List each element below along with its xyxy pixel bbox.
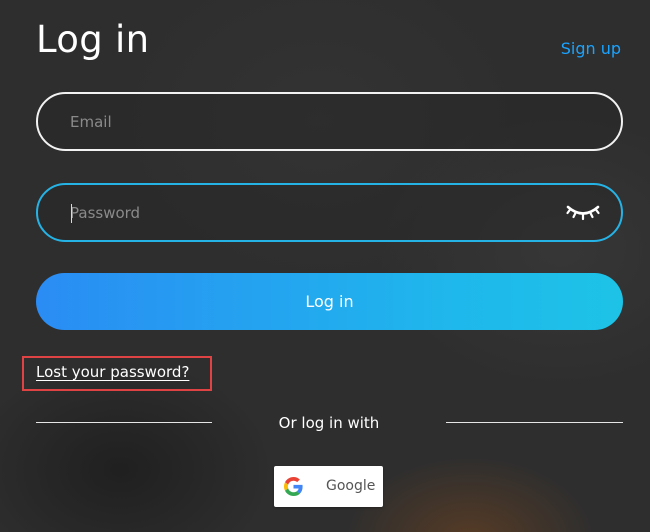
social-login-caption: Or log in with	[278, 414, 380, 432]
divider-right	[446, 422, 623, 423]
password-field-container[interactable]	[36, 183, 623, 242]
google-icon	[284, 477, 303, 496]
email-input[interactable]	[70, 94, 550, 149]
email-field-container[interactable]	[36, 92, 623, 151]
google-login-button[interactable]: Google	[274, 466, 383, 507]
divider-left	[36, 422, 212, 423]
sign-up-link[interactable]: Sign up	[561, 38, 621, 60]
log-in-button[interactable]: Log in	[36, 273, 623, 330]
lost-password-link[interactable]: Lost your password?	[36, 362, 189, 382]
password-input[interactable]	[70, 185, 550, 240]
eye-closed-icon[interactable]	[565, 200, 601, 224]
google-button-label: Google	[326, 478, 376, 494]
page-title: Log in	[36, 18, 150, 61]
text-cursor	[71, 204, 72, 223]
